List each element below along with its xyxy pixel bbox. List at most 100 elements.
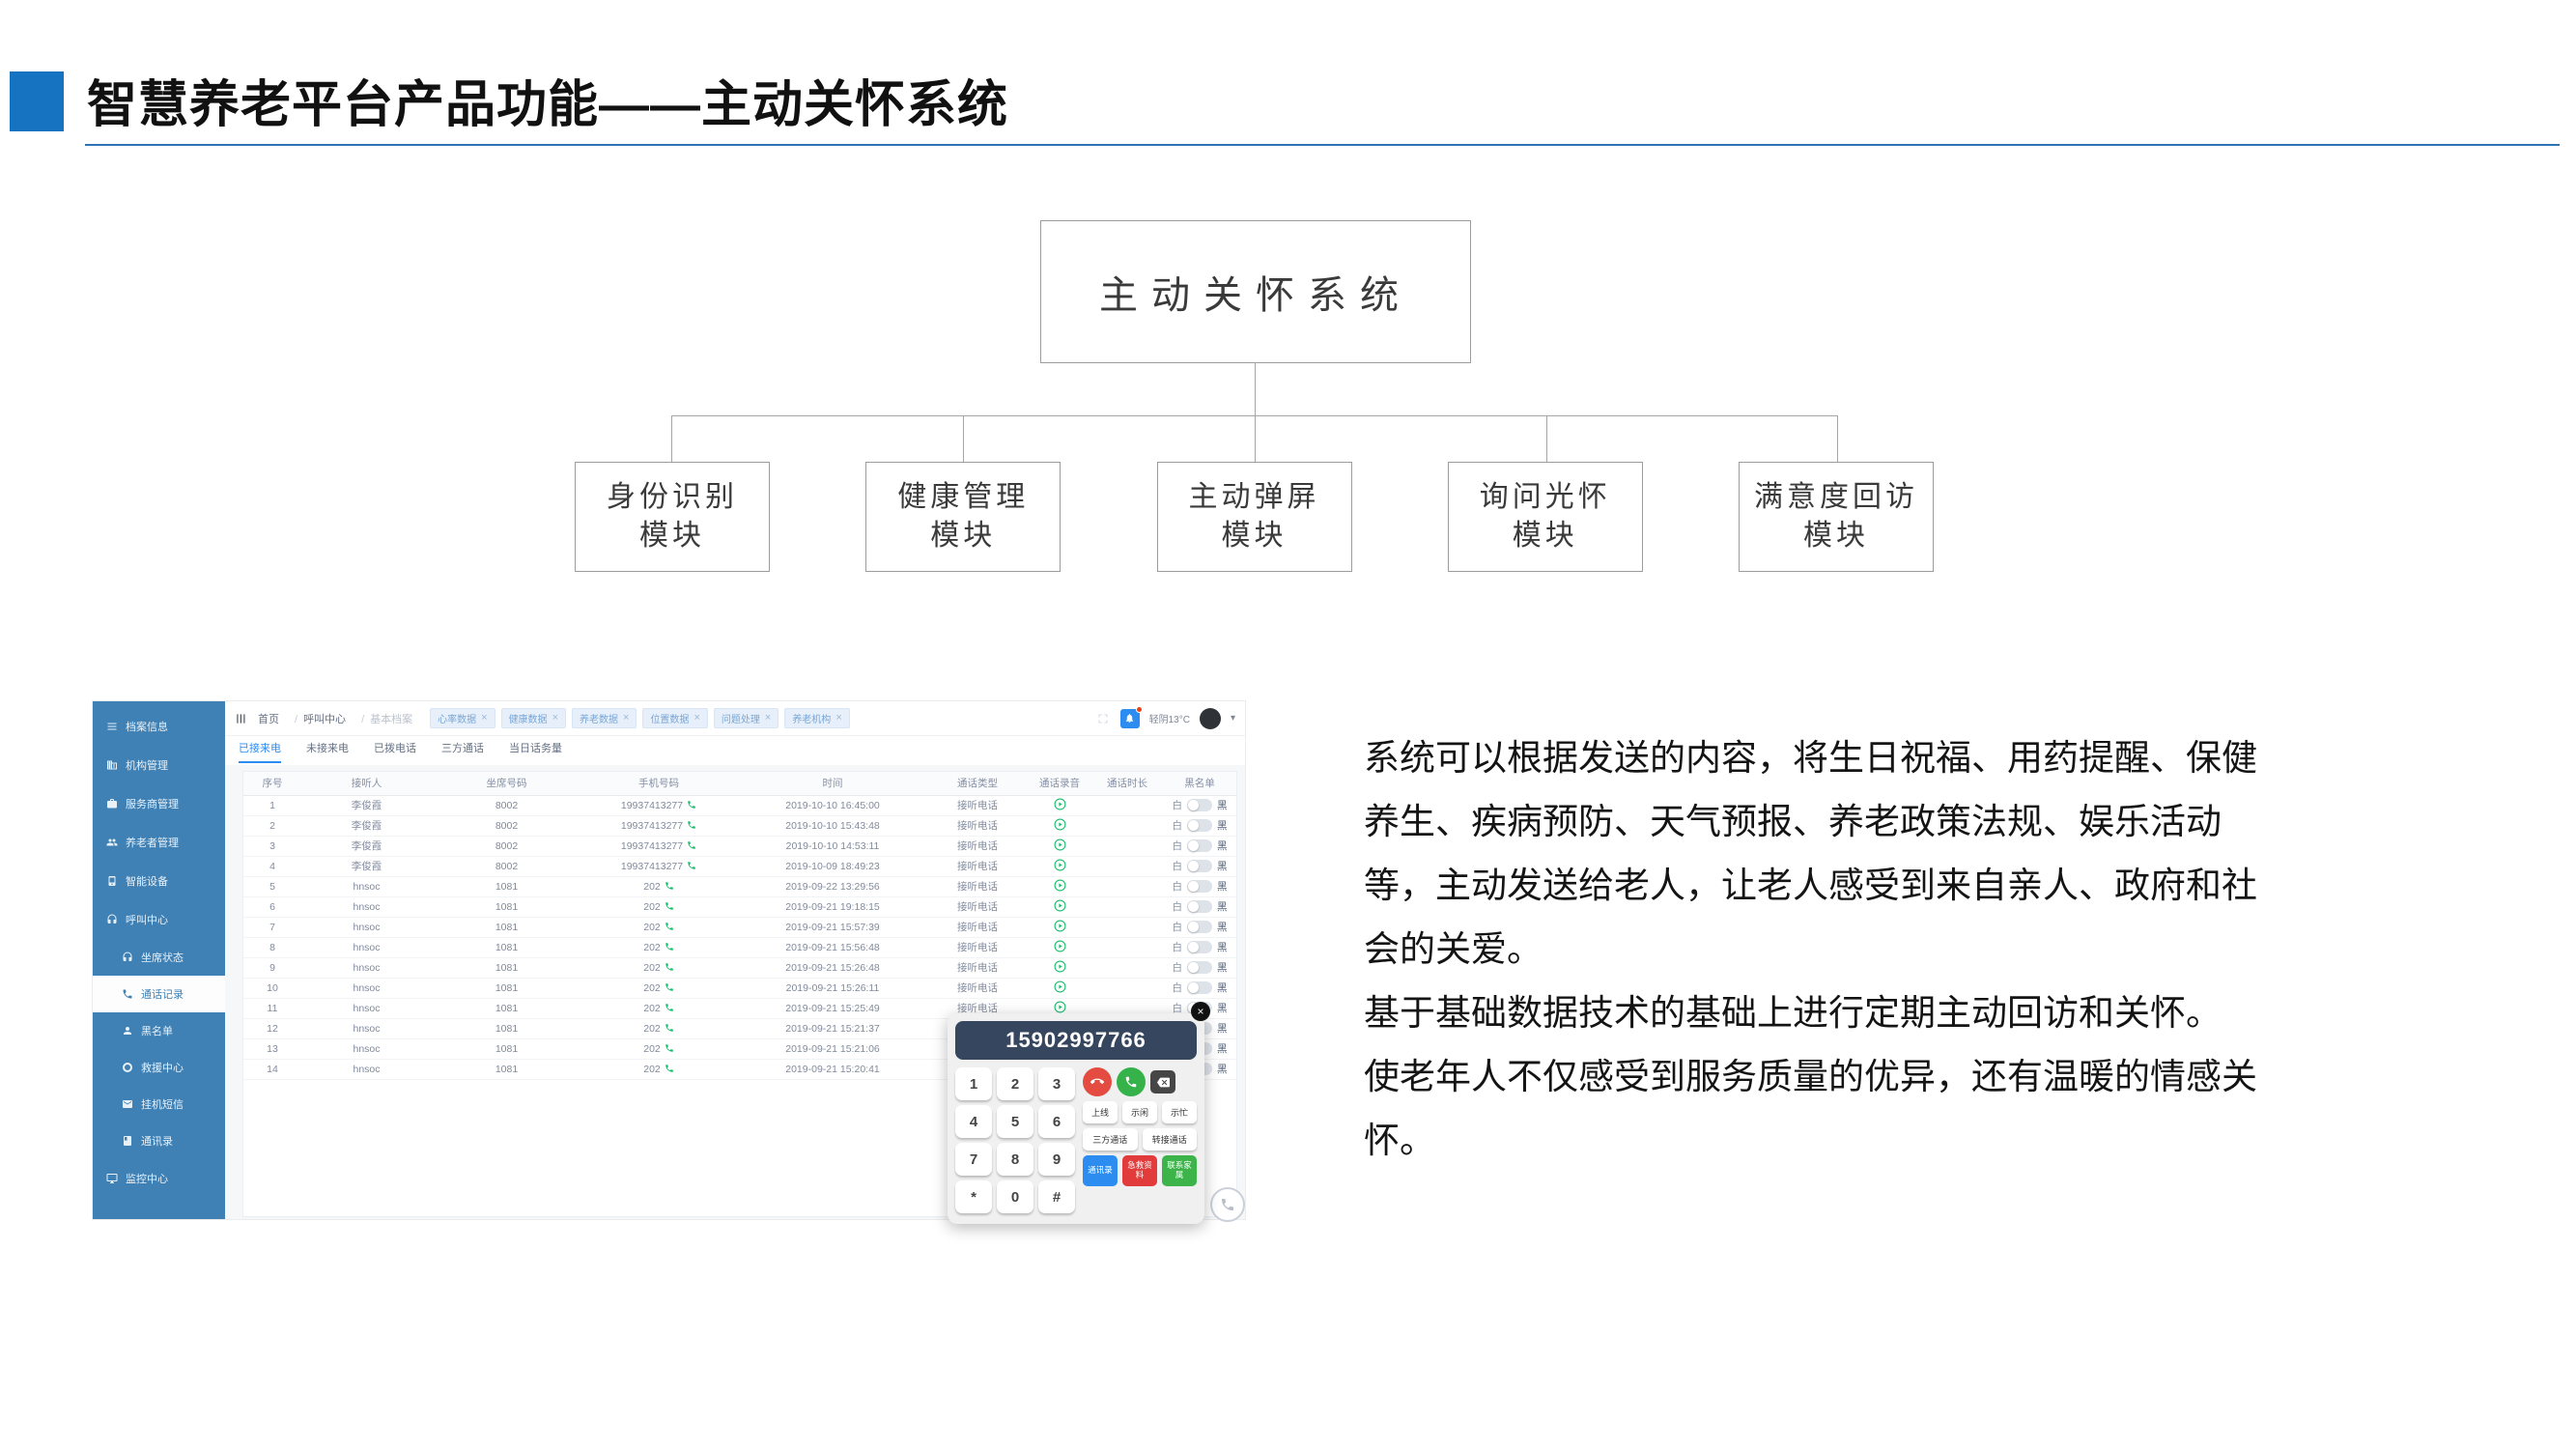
orgchart-child-box: 主动弹屏模块 (1157, 462, 1352, 572)
dialer-key-8[interactable]: 8 (997, 1143, 1033, 1176)
sidebar-subitem[interactable]: 通话记录 (93, 976, 225, 1012)
dialer-key-2[interactable]: 2 (997, 1067, 1033, 1100)
play-recording-icon[interactable] (1054, 980, 1066, 993)
agent-status-button[interactable]: 上线 (1083, 1101, 1118, 1123)
chevron-down-icon[interactable]: ▾ (1231, 713, 1235, 724)
close-icon[interactable]: × (481, 713, 487, 724)
dial-phone-icon[interactable] (687, 840, 696, 850)
blacklist-toggle[interactable] (1187, 941, 1212, 953)
blacklist-toggle[interactable] (1187, 880, 1212, 893)
breadcrumb-callcenter[interactable]: 呼叫中心 (289, 711, 346, 726)
play-recording-icon[interactable] (1054, 879, 1066, 892)
play-recording-icon[interactable] (1054, 1001, 1066, 1013)
quick-action-button[interactable]: 急救资料 (1122, 1155, 1157, 1186)
softphone-toggle-button[interactable] (1210, 1187, 1245, 1222)
cell-no: 14 (243, 1059, 301, 1079)
blacklist-toggle[interactable] (1187, 921, 1212, 933)
sidebar-item[interactable]: 监控中心 (93, 1159, 225, 1198)
sidebar-item[interactable]: 机构管理 (93, 746, 225, 784)
dial-phone-icon[interactable] (665, 881, 674, 891)
tab-未接来电[interactable]: 未接来电 (306, 740, 349, 763)
quick-action-button[interactable]: 联系家属 (1162, 1155, 1197, 1186)
blacklist-toggle[interactable] (1187, 860, 1212, 872)
play-recording-icon[interactable] (1054, 899, 1066, 912)
play-recording-icon[interactable] (1054, 920, 1066, 932)
dialer-key-7[interactable]: 7 (955, 1143, 992, 1176)
sidebar-item[interactable]: 智能设备 (93, 862, 225, 900)
dial-phone-icon[interactable] (687, 800, 696, 810)
sidebar-subitem[interactable]: 坐席状态 (93, 939, 225, 976)
close-icon[interactable]: × (1191, 1002, 1210, 1021)
call-feature-button[interactable]: 三方通话 (1083, 1128, 1138, 1151)
sidebar-item[interactable]: 养老者管理 (93, 823, 225, 862)
tab-当日话务量[interactable]: 当日话务量 (509, 740, 562, 763)
close-icon[interactable]: × (552, 713, 558, 724)
call-feature-button[interactable]: 转接通话 (1143, 1128, 1198, 1151)
cell-duration (1093, 856, 1161, 876)
page-tag[interactable]: 位置数据× (642, 708, 707, 728)
avatar[interactable] (1200, 708, 1221, 729)
dial-phone-icon[interactable] (665, 982, 674, 992)
notification-button[interactable] (1120, 709, 1140, 728)
play-recording-icon[interactable] (1054, 798, 1066, 810)
dial-phone-icon[interactable] (665, 901, 674, 911)
close-icon[interactable]: × (623, 713, 629, 724)
dialer-key-5[interactable]: 5 (997, 1105, 1033, 1138)
sidebar-subitem[interactable]: 通讯录 (93, 1122, 225, 1159)
sidebar-subitem[interactable]: 挂机短信 (93, 1086, 225, 1122)
play-recording-icon[interactable] (1054, 859, 1066, 871)
play-recording-icon[interactable] (1054, 960, 1066, 973)
dial-phone-icon[interactable] (665, 1064, 674, 1073)
blacklist-toggle[interactable] (1187, 819, 1212, 832)
dialer-key-3[interactable]: 3 (1038, 1067, 1075, 1100)
page-tag[interactable]: 健康数据× (501, 708, 566, 728)
dial-phone-icon[interactable] (687, 820, 696, 830)
quick-action-button[interactable]: 通讯录 (1083, 1155, 1118, 1186)
dialer-key-0[interactable]: 0 (997, 1180, 1033, 1213)
dialer-key-9[interactable]: 9 (1038, 1143, 1075, 1176)
close-icon[interactable]: × (835, 713, 841, 724)
hangup-button[interactable] (1083, 1067, 1112, 1096)
tab-三方通话[interactable]: 三方通话 (441, 740, 484, 763)
sidebar-subitem[interactable]: 黑名单 (93, 1012, 225, 1049)
dialer-key-*[interactable]: * (955, 1180, 992, 1213)
dialer-key-1[interactable]: 1 (955, 1067, 992, 1100)
dial-phone-icon[interactable] (665, 922, 674, 931)
dialer-key-4[interactable]: 4 (955, 1105, 992, 1138)
sidebar-item[interactable]: 档案信息 (93, 707, 225, 746)
dial-phone-icon[interactable] (665, 1043, 674, 1053)
call-button[interactable] (1117, 1067, 1146, 1096)
blacklist-toggle[interactable] (1187, 900, 1212, 913)
close-icon[interactable]: × (765, 713, 771, 724)
play-recording-icon[interactable] (1054, 818, 1066, 831)
blacklist-toggle[interactable] (1187, 981, 1212, 994)
page-tag[interactable]: 问题处理× (714, 708, 778, 728)
dialer-key-6[interactable]: 6 (1038, 1105, 1075, 1138)
blacklist-toggle[interactable] (1187, 839, 1212, 852)
tab-已接来电[interactable]: 已接来电 (239, 740, 281, 763)
page-tag[interactable]: 养老数据× (572, 708, 637, 728)
dialer-key-#[interactable]: # (1038, 1180, 1075, 1213)
tab-已拨电话[interactable]: 已拨电话 (374, 740, 416, 763)
blacklist-toggle[interactable] (1187, 961, 1212, 974)
blacklist-toggle[interactable] (1187, 799, 1212, 811)
dial-phone-icon[interactable] (665, 942, 674, 952)
agent-status-button[interactable]: 示闲 (1122, 1101, 1157, 1123)
backspace-button[interactable] (1150, 1070, 1175, 1094)
dial-phone-icon[interactable] (687, 861, 696, 870)
play-recording-icon[interactable] (1054, 940, 1066, 952)
agent-status-button[interactable]: 示忙 (1162, 1101, 1197, 1123)
sidebar-subitem[interactable]: 救援中心 (93, 1049, 225, 1086)
dial-phone-icon[interactable] (665, 1003, 674, 1012)
sidebar-item[interactable]: 服务商管理 (93, 784, 225, 823)
collapse-menu-icon[interactable] (235, 712, 248, 725)
page-tag[interactable]: 养老机构× (784, 708, 849, 728)
close-icon[interactable]: × (694, 713, 699, 724)
dial-phone-icon[interactable] (665, 1023, 674, 1033)
fullscreen-icon[interactable] (1095, 711, 1111, 726)
sidebar-item[interactable]: 呼叫中心 (93, 900, 225, 939)
dial-phone-icon[interactable] (665, 962, 674, 972)
play-recording-icon[interactable] (1054, 838, 1066, 851)
page-tag[interactable]: 心率数据× (430, 708, 495, 728)
breadcrumb-home[interactable]: 首页 (258, 711, 279, 726)
